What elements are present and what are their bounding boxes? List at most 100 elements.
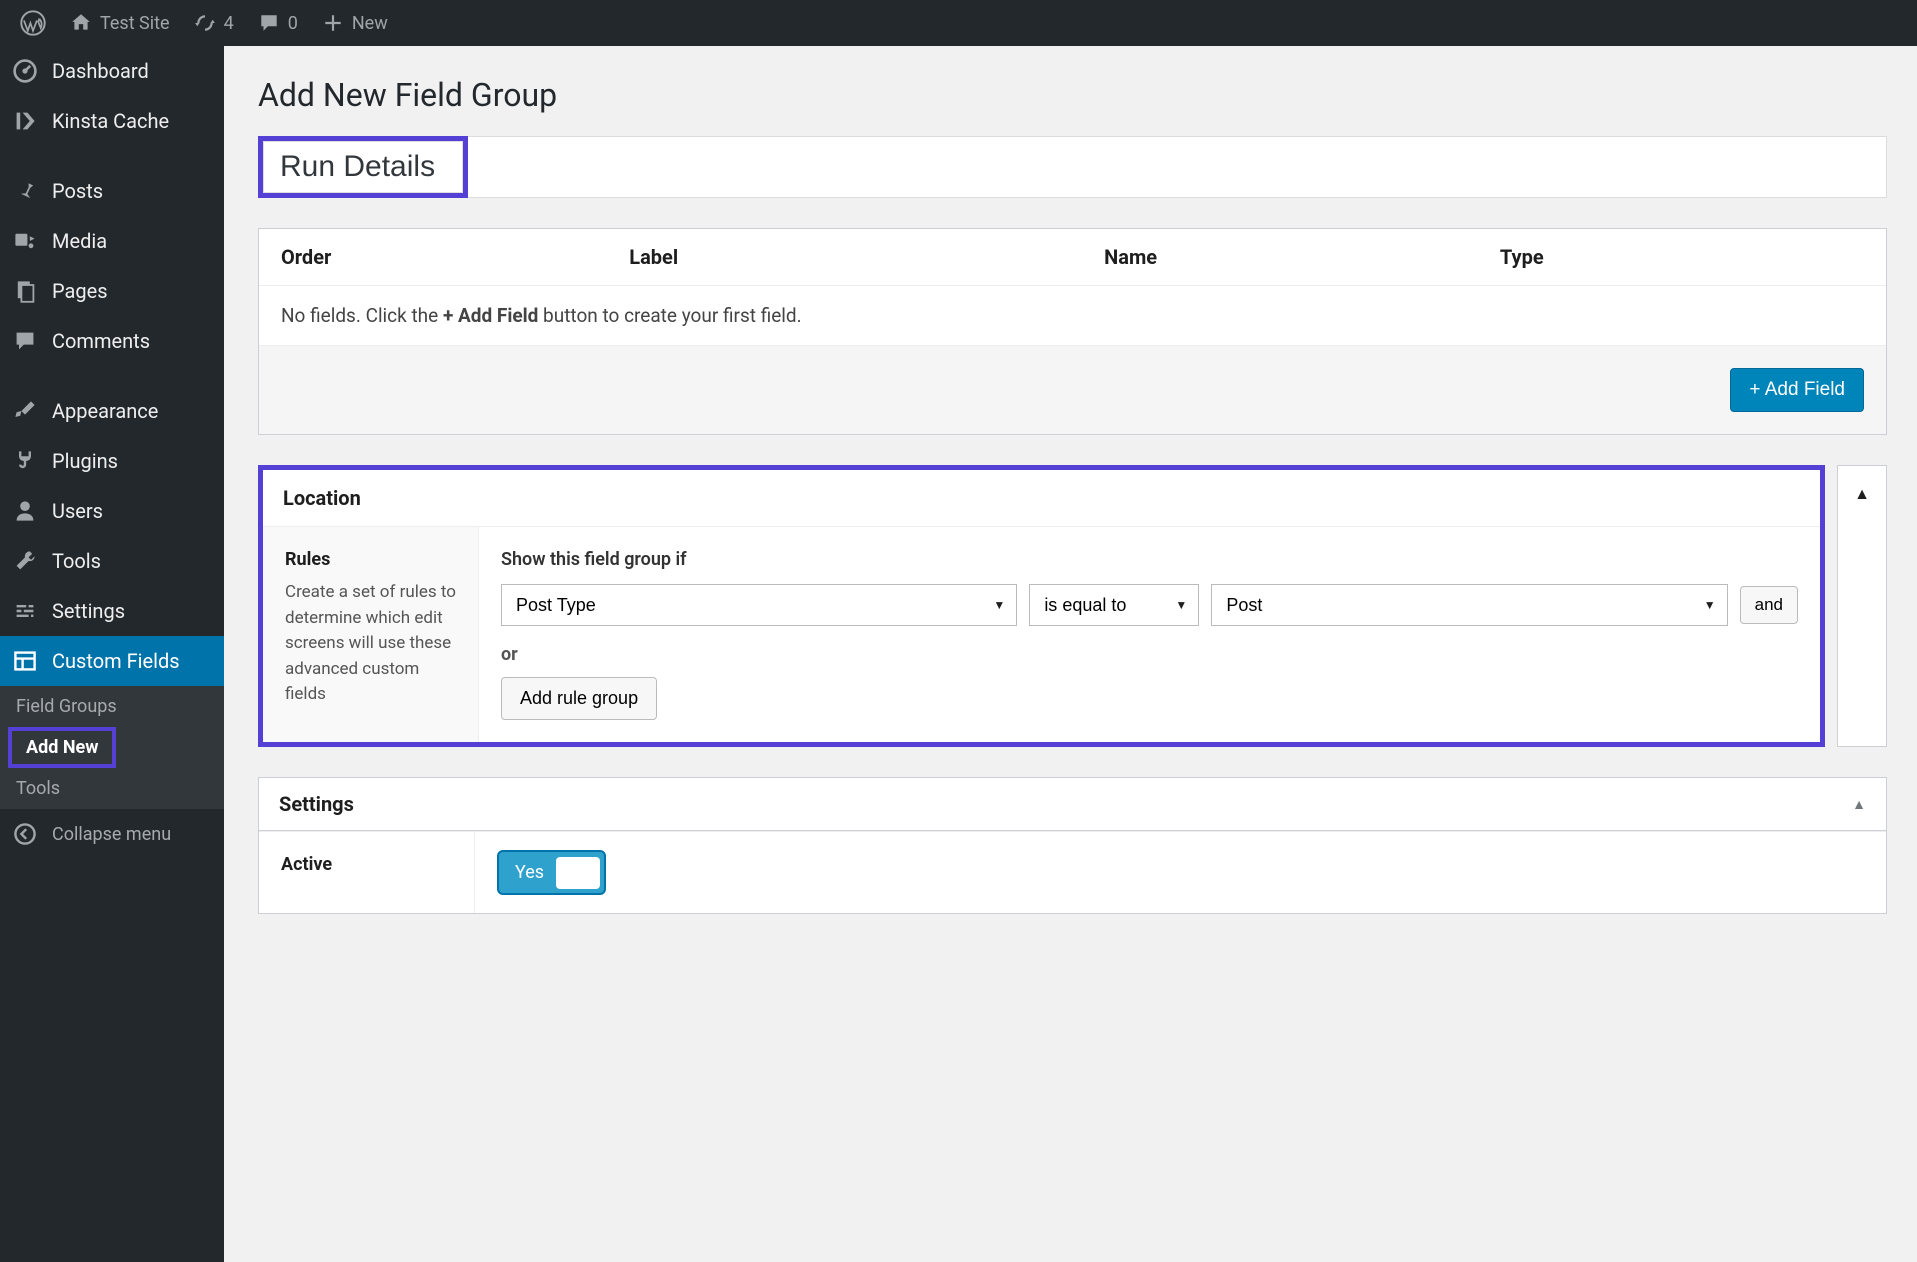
sidebar-label: Tools <box>52 549 101 573</box>
sidebar-label: Plugins <box>52 449 118 473</box>
col-name: Name <box>1104 245 1500 269</box>
triangle-up-icon: ▲ <box>1852 797 1866 813</box>
settings-label-cell: Active <box>259 832 475 913</box>
sidebar-label: Kinsta Cache <box>52 109 169 133</box>
sidebar-item-comments[interactable]: Comments <box>0 316 224 366</box>
comments-count: 0 <box>288 13 298 34</box>
wordpress-icon <box>20 10 46 36</box>
sidebar-item-posts[interactable]: Posts <box>0 166 224 216</box>
fields-header-row: Order Label Name Type <box>259 229 1886 286</box>
sidebar-label: Pages <box>52 279 108 303</box>
sidebar-item-pages[interactable]: Pages <box>0 266 224 316</box>
location-panel-wrap: Location Rules Create a set of rules to … <box>258 465 1887 747</box>
main-content: Add New Field Group Order Label Name Typ… <box>224 46 1917 944</box>
page-title: Add New Field Group <box>258 76 1887 114</box>
col-type: Type <box>1500 245 1864 269</box>
pin-icon <box>12 178 38 204</box>
comment-icon <box>12 328 38 354</box>
settings-body: Active Yes <box>259 831 1886 913</box>
sidebar-item-kinsta[interactable]: Kinsta Cache <box>0 96 224 146</box>
media-icon <box>12 228 38 254</box>
toggle-label: Yes <box>503 856 556 889</box>
rules-heading: Rules <box>285 549 456 570</box>
rule-param-wrap: Post Type <box>501 584 1017 626</box>
submenu-item-field-groups[interactable]: Field Groups <box>0 686 224 727</box>
title-input-extension[interactable] <box>468 136 1887 198</box>
new-label: New <box>352 13 388 34</box>
group-title-row <box>258 136 1887 198</box>
wp-logo[interactable] <box>8 0 58 46</box>
active-label: Active <box>281 854 452 875</box>
col-label: Label <box>629 245 1104 269</box>
submenu-item-tools[interactable]: Tools <box>0 768 224 809</box>
rule-operator-select[interactable]: is equal to <box>1029 584 1199 626</box>
collapse-icon <box>12 821 38 847</box>
fields-panel: Order Label Name Type No fields. Click t… <box>258 228 1887 435</box>
admin-sidebar: Dashboard Kinsta Cache Posts Media Pages… <box>0 46 224 1262</box>
sidebar-label: Appearance <box>52 399 158 423</box>
collapse-menu[interactable]: Collapse menu <box>0 809 224 859</box>
sidebar-item-tools[interactable]: Tools <box>0 536 224 586</box>
wrench-icon <box>12 548 38 574</box>
location-title: Location <box>283 486 1800 510</box>
sidebar-item-settings[interactable]: Settings <box>0 586 224 636</box>
sliders-icon <box>12 598 38 624</box>
sidebar-item-plugins[interactable]: Plugins <box>0 436 224 486</box>
location-header: Location <box>263 470 1820 527</box>
active-toggle[interactable]: Yes <box>497 850 606 895</box>
dashboard-icon <box>12 58 38 84</box>
site-name-link[interactable]: Test Site <box>58 0 182 46</box>
settings-title: Settings <box>279 792 354 816</box>
add-and-rule-button[interactable]: and <box>1740 586 1798 624</box>
sidebar-label: Users <box>52 499 103 523</box>
no-fields-message: No fields. Click the + Add Field button … <box>259 286 1886 346</box>
pages-icon <box>12 278 38 304</box>
rule-param-select[interactable]: Post Type <box>501 584 1017 626</box>
plus-icon <box>322 12 344 34</box>
location-rules-info: Rules Create a set of rules to determine… <box>263 527 479 742</box>
comments-link[interactable]: 0 <box>246 0 310 46</box>
sidebar-label: Settings <box>52 599 125 623</box>
sidebar-item-media[interactable]: Media <box>0 216 224 266</box>
sidebar-item-custom-fields[interactable]: Custom Fields <box>0 636 224 686</box>
or-label: or <box>501 644 1798 665</box>
rule-value-wrap: Post <box>1211 584 1727 626</box>
refresh-icon <box>194 12 216 34</box>
add-field-button[interactable]: + Add Field <box>1730 368 1864 412</box>
sidebar-label: Posts <box>52 179 103 203</box>
settings-header: Settings ▲ <box>259 778 1886 831</box>
rule-row: Post Type is equal to Post and <box>501 584 1798 626</box>
kinsta-icon <box>12 108 38 134</box>
new-link[interactable]: New <box>310 0 400 46</box>
sidebar-label: Dashboard <box>52 59 149 83</box>
sidebar-label: Custom Fields <box>52 649 180 673</box>
submenu-item-add-new[interactable]: Add New <box>8 727 116 768</box>
sidebar-label: Comments <box>52 329 150 353</box>
col-order: Order <box>281 245 629 269</box>
comment-icon <box>258 12 280 34</box>
rule-value-select[interactable]: Post <box>1211 584 1727 626</box>
sidebar-item-appearance[interactable]: Appearance <box>0 386 224 436</box>
sidebar-item-dashboard[interactable]: Dashboard <box>0 46 224 96</box>
settings-toggle[interactable]: ▲ <box>1852 796 1866 813</box>
rules-description: Create a set of rules to determine which… <box>285 580 456 708</box>
group-title-highlight <box>258 136 468 198</box>
admin-bar: Test Site 4 0 New <box>0 0 1917 46</box>
fields-footer: + Add Field <box>259 346 1886 434</box>
location-side-toggle[interactable]: ▲ <box>1837 465 1887 747</box>
updates-link[interactable]: 4 <box>182 0 246 46</box>
rules-prompt: Show this field group if <box>501 549 1798 570</box>
location-body: Rules Create a set of rules to determine… <box>263 527 1820 742</box>
user-icon <box>12 498 38 524</box>
custom-fields-submenu: Field Groups Add New Tools <box>0 686 224 809</box>
layout-icon <box>12 648 38 674</box>
settings-panel: Settings ▲ Active Yes <box>258 777 1887 914</box>
group-title-input[interactable] <box>263 141 463 193</box>
home-icon <box>70 12 92 34</box>
site-name: Test Site <box>100 13 170 34</box>
brush-icon <box>12 398 38 424</box>
updates-count: 4 <box>224 13 234 34</box>
sidebar-label: Media <box>52 229 107 253</box>
add-rule-group-button[interactable]: Add rule group <box>501 677 657 720</box>
sidebar-item-users[interactable]: Users <box>0 486 224 536</box>
